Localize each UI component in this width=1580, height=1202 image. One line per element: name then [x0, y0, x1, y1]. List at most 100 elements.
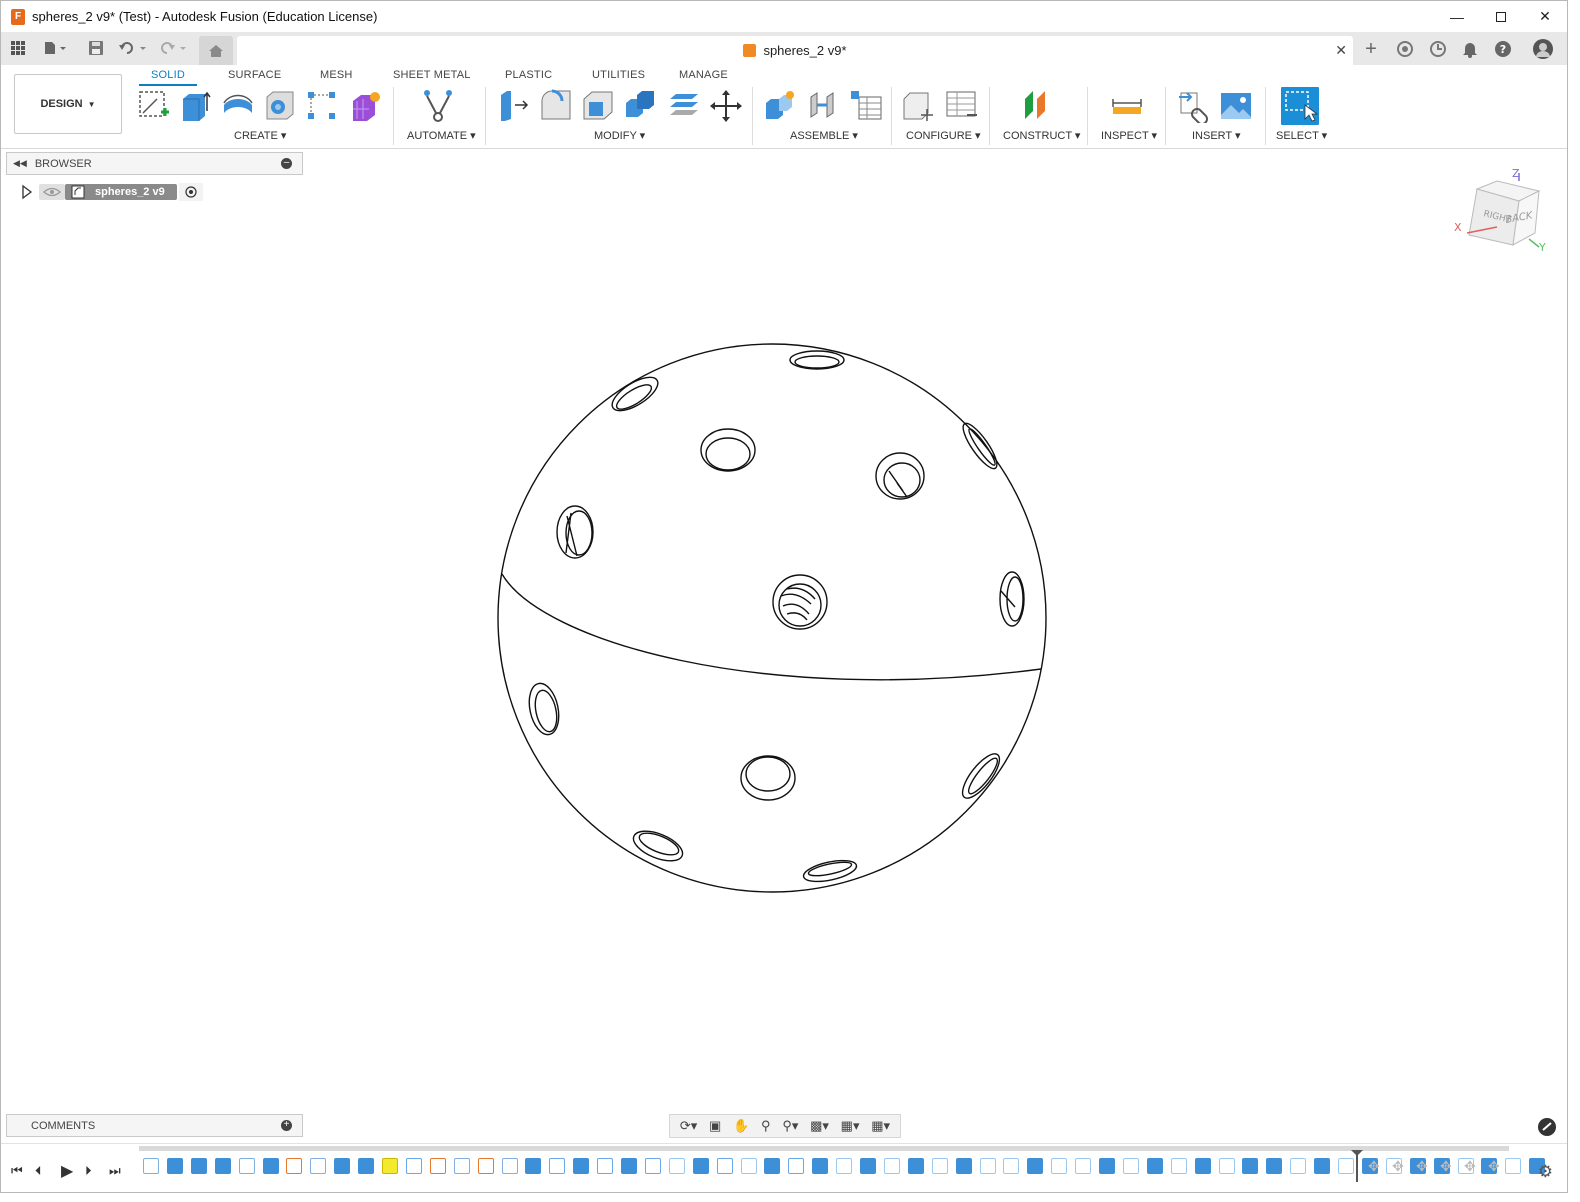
timeline-suppressed-move-icon[interactable]: ✥ — [1440, 1158, 1456, 1174]
tab-surface[interactable]: SURFACE — [228, 69, 281, 81]
combine-icon[interactable] — [623, 89, 657, 123]
tab-utilities[interactable]: UTILITIES — [592, 69, 645, 81]
timeline-fillet-icon[interactable] — [979, 1158, 996, 1174]
pan-icon[interactable]: ✋ — [733, 1118, 749, 1134]
timeline-sketch-icon[interactable] — [143, 1158, 159, 1174]
timeline-extrude-icon[interactable] — [334, 1158, 351, 1174]
viewport-canvas[interactable] — [1, 1, 1568, 1193]
timeline-fillet-icon[interactable] — [1075, 1158, 1092, 1174]
tab-manage[interactable]: MANAGE — [679, 69, 728, 81]
view-cube[interactable]: RIGHT BACK X Z Y — [1449, 161, 1549, 261]
look-at-icon[interactable]: ▣ — [709, 1118, 721, 1134]
go-to-start-icon[interactable]: ⏮ — [11, 1163, 23, 1179]
press-pull-icon[interactable] — [497, 89, 531, 123]
browser-root-node[interactable]: spheres_2 v9 — [19, 182, 203, 201]
timeline-extrude-icon[interactable] — [812, 1158, 829, 1174]
automate-icon[interactable] — [421, 89, 455, 123]
home-tab[interactable] — [199, 36, 233, 65]
timeline-pattern-icon[interactable] — [716, 1158, 733, 1174]
timeline-fillet-icon[interactable] — [1170, 1158, 1187, 1174]
insert-derive-icon[interactable] — [1177, 89, 1211, 123]
timeline-extrude-icon[interactable] — [1242, 1158, 1259, 1174]
inspect-group-label[interactable]: INSPECT ▾ — [1101, 129, 1157, 142]
visibility-eye-icon[interactable] — [39, 183, 65, 200]
configure-model-icon[interactable] — [901, 89, 935, 123]
timeline-fillet-icon[interactable] — [1051, 1158, 1068, 1174]
create-group-label[interactable]: CREATE ▾ — [234, 129, 286, 142]
workspace-switcher[interactable]: DESIGN ▼ — [14, 74, 122, 134]
zoom-icon[interactable]: ⚲ — [761, 1118, 771, 1134]
timeline-fillet-icon[interactable] — [740, 1158, 757, 1174]
bill-of-materials-icon[interactable] — [849, 89, 883, 123]
insert-group-label[interactable]: INSERT ▾ — [1192, 129, 1241, 142]
expand-triangle-icon[interactable] — [19, 184, 33, 200]
timeline-extrude-icon[interactable] — [1146, 1158, 1163, 1174]
timeline-sketch-icon[interactable] — [382, 1158, 398, 1174]
viewports-icon[interactable]: ▦▾ — [871, 1118, 890, 1134]
add-comment-icon[interactable]: + — [281, 1120, 292, 1131]
timeline-extrude-icon[interactable] — [525, 1158, 542, 1174]
tab-sheet-metal[interactable]: SHEET METAL — [393, 69, 471, 81]
new-component-icon[interactable] — [763, 89, 797, 123]
timeline-extrude-icon[interactable] — [764, 1158, 781, 1174]
timeline-move-icon[interactable] — [477, 1158, 494, 1174]
root-component-label[interactable]: spheres_2 v9 — [65, 183, 177, 200]
tab-mesh[interactable]: MESH — [320, 69, 353, 81]
timeline-extrude-icon[interactable] — [1314, 1158, 1331, 1174]
close-window-button[interactable]: ✕ — [1523, 1, 1567, 32]
timeline-sketch-icon[interactable] — [238, 1158, 255, 1174]
measure-icon[interactable] — [1110, 89, 1144, 123]
comments-panel-header[interactable]: COMMENTS + — [6, 1114, 303, 1137]
help-button[interactable]: ? — [1491, 38, 1515, 60]
offset-plane-icon[interactable] — [1021, 89, 1055, 123]
timeline-fillet-icon[interactable] — [668, 1158, 685, 1174]
timeline-sketch-icon[interactable] — [310, 1158, 327, 1174]
timeline-extrude-icon[interactable] — [573, 1158, 590, 1174]
job-status-button[interactable] — [1426, 38, 1450, 60]
timeline-extrude-icon[interactable] — [1099, 1158, 1115, 1174]
create-sketch-icon[interactable] — [137, 89, 171, 123]
timeline-suppressed-move-icon[interactable]: ✥ — [1392, 1158, 1408, 1174]
configuration-table-icon[interactable] — [945, 89, 979, 123]
hole-icon[interactable] — [263, 89, 297, 123]
modify-group-label[interactable]: MODIFY ▾ — [594, 129, 645, 142]
timeline-fillet-icon[interactable] — [1505, 1158, 1522, 1174]
construct-group-label[interactable]: CONSTRUCT ▾ — [1003, 129, 1080, 142]
text-commands-icon[interactable] — [1537, 1117, 1557, 1137]
timeline-scroll-track[interactable] — [139, 1146, 1509, 1151]
shell-icon[interactable] — [581, 89, 615, 123]
timeline-extrude-icon[interactable] — [190, 1158, 207, 1174]
pattern-icon[interactable] — [305, 89, 339, 123]
timeline-suppressed-move-icon[interactable]: ✥ — [1464, 1158, 1480, 1174]
tab-solid[interactable]: SOLID — [139, 69, 198, 86]
step-forward-icon[interactable]: ⏵ — [85, 1163, 92, 1179]
revolve-icon[interactable] — [221, 89, 255, 123]
fit-icon[interactable]: ⚲▾ — [782, 1118, 798, 1134]
select-group-label[interactable]: SELECT ▾ — [1276, 129, 1327, 142]
timeline-extrude-icon[interactable] — [1266, 1158, 1283, 1174]
timeline-extrude-icon[interactable] — [692, 1158, 709, 1174]
collapse-panel-icon[interactable]: ◀◀ — [13, 158, 27, 169]
timeline-extrude-icon[interactable] — [955, 1158, 972, 1174]
automate-group-label[interactable]: AUTOMATE ▾ — [407, 129, 476, 142]
display-settings-icon[interactable]: ▩▾ — [810, 1118, 829, 1134]
timeline-fillet-icon[interactable] — [1003, 1158, 1020, 1174]
timeline-suppressed-move-icon[interactable]: ✥ — [1416, 1158, 1432, 1174]
timeline-suppressed-move-icon[interactable]: ✥ — [1488, 1158, 1504, 1174]
timeline-extrude-icon[interactable] — [907, 1158, 924, 1174]
offset-face-icon[interactable] — [667, 89, 701, 123]
timeline-fillet-icon[interactable] — [1338, 1158, 1354, 1174]
timeline-fillet-icon[interactable] — [1290, 1158, 1307, 1174]
timeline-fillet-icon[interactable] — [836, 1158, 853, 1174]
save-button[interactable] — [85, 39, 107, 57]
timeline-extrude-icon[interactable] — [262, 1158, 279, 1174]
timeline-fillet-icon[interactable] — [1218, 1158, 1235, 1174]
grid-settings-icon[interactable]: ▦▾ — [841, 1118, 860, 1134]
browser-panel-header[interactable]: ◀◀ BROWSER – — [6, 152, 303, 175]
timeline-sketch-icon[interactable] — [501, 1158, 518, 1174]
timeline-extrude-icon[interactable] — [621, 1158, 637, 1174]
timeline-move-icon[interactable] — [286, 1158, 303, 1174]
maximize-button[interactable] — [1479, 1, 1523, 32]
insert-canvas-icon[interactable] — [1219, 89, 1253, 123]
configure-group-label[interactable]: CONFIGURE ▾ — [906, 129, 981, 142]
